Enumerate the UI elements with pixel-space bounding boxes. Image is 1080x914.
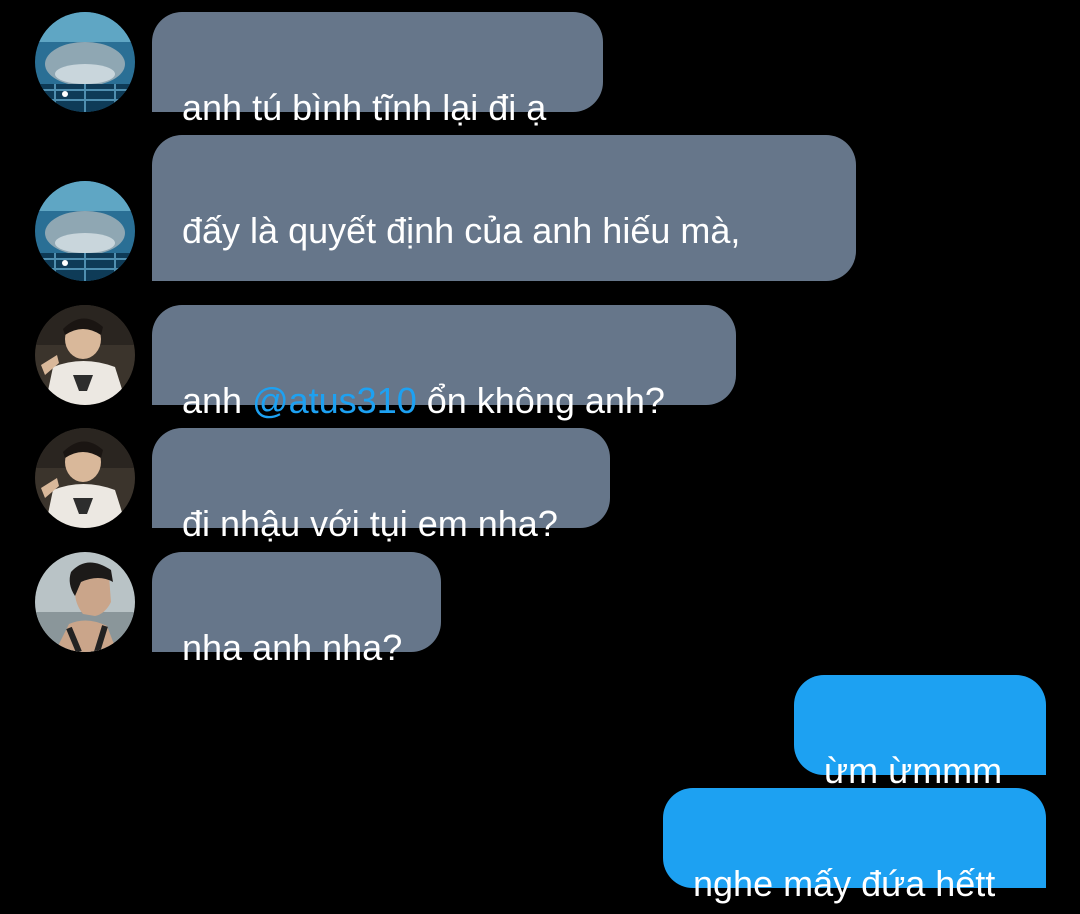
message-text: ừm ừmmm: [824, 750, 1003, 791]
profile-man-avatar[interactable]: [35, 552, 135, 652]
boy-white-shirt-avatar[interactable]: [35, 428, 135, 528]
incoming-message-bubble[interactable]: nha anh nha?: [152, 552, 441, 668]
message-text: nha anh nha?: [182, 627, 403, 668]
message-text: nghe mấy đứa hếtt: [693, 863, 996, 904]
message-text-line: đấy là quyết định của anh hiếu mà,: [182, 210, 741, 251]
message-text-suffix: ổn không anh?: [416, 380, 665, 421]
boy-white-shirt-avatar-icon: [35, 428, 135, 528]
boy-white-shirt-avatar-icon: [35, 305, 135, 405]
chat-thread: anh tú bình tĩnh lại đi ạ đấy là quyết đ…: [0, 0, 1080, 914]
shark-avatar-icon: [35, 12, 135, 112]
outgoing-message-bubble[interactable]: nghe mấy đứa hếtt: [663, 788, 1046, 904]
incoming-message-bubble[interactable]: đấy là quyết định của anh hiếu mà, chúng…: [152, 135, 856, 343]
incoming-message-bubble[interactable]: anh tú bình tĩnh lại đi ạ: [152, 12, 603, 128]
message-text: anh tú bình tĩnh lại đi ạ: [182, 87, 547, 128]
shark-avatar[interactable]: [35, 181, 135, 281]
incoming-message-bubble[interactable]: anh @atus310 ổn không anh?: [152, 305, 736, 421]
profile-man-avatar-icon: [35, 552, 135, 652]
user-mention-link[interactable]: @atus310: [252, 380, 417, 421]
message-text: đi nhậu với tụi em nha?: [182, 503, 558, 544]
outgoing-message-bubble[interactable]: ừm ừmmm: [794, 675, 1046, 791]
incoming-message-bubble[interactable]: đi nhậu với tụi em nha?: [152, 428, 610, 544]
shark-avatar-icon: [35, 181, 135, 281]
boy-white-shirt-avatar[interactable]: [35, 305, 135, 405]
message-text-prefix: anh: [182, 380, 253, 421]
shark-avatar[interactable]: [35, 12, 135, 112]
